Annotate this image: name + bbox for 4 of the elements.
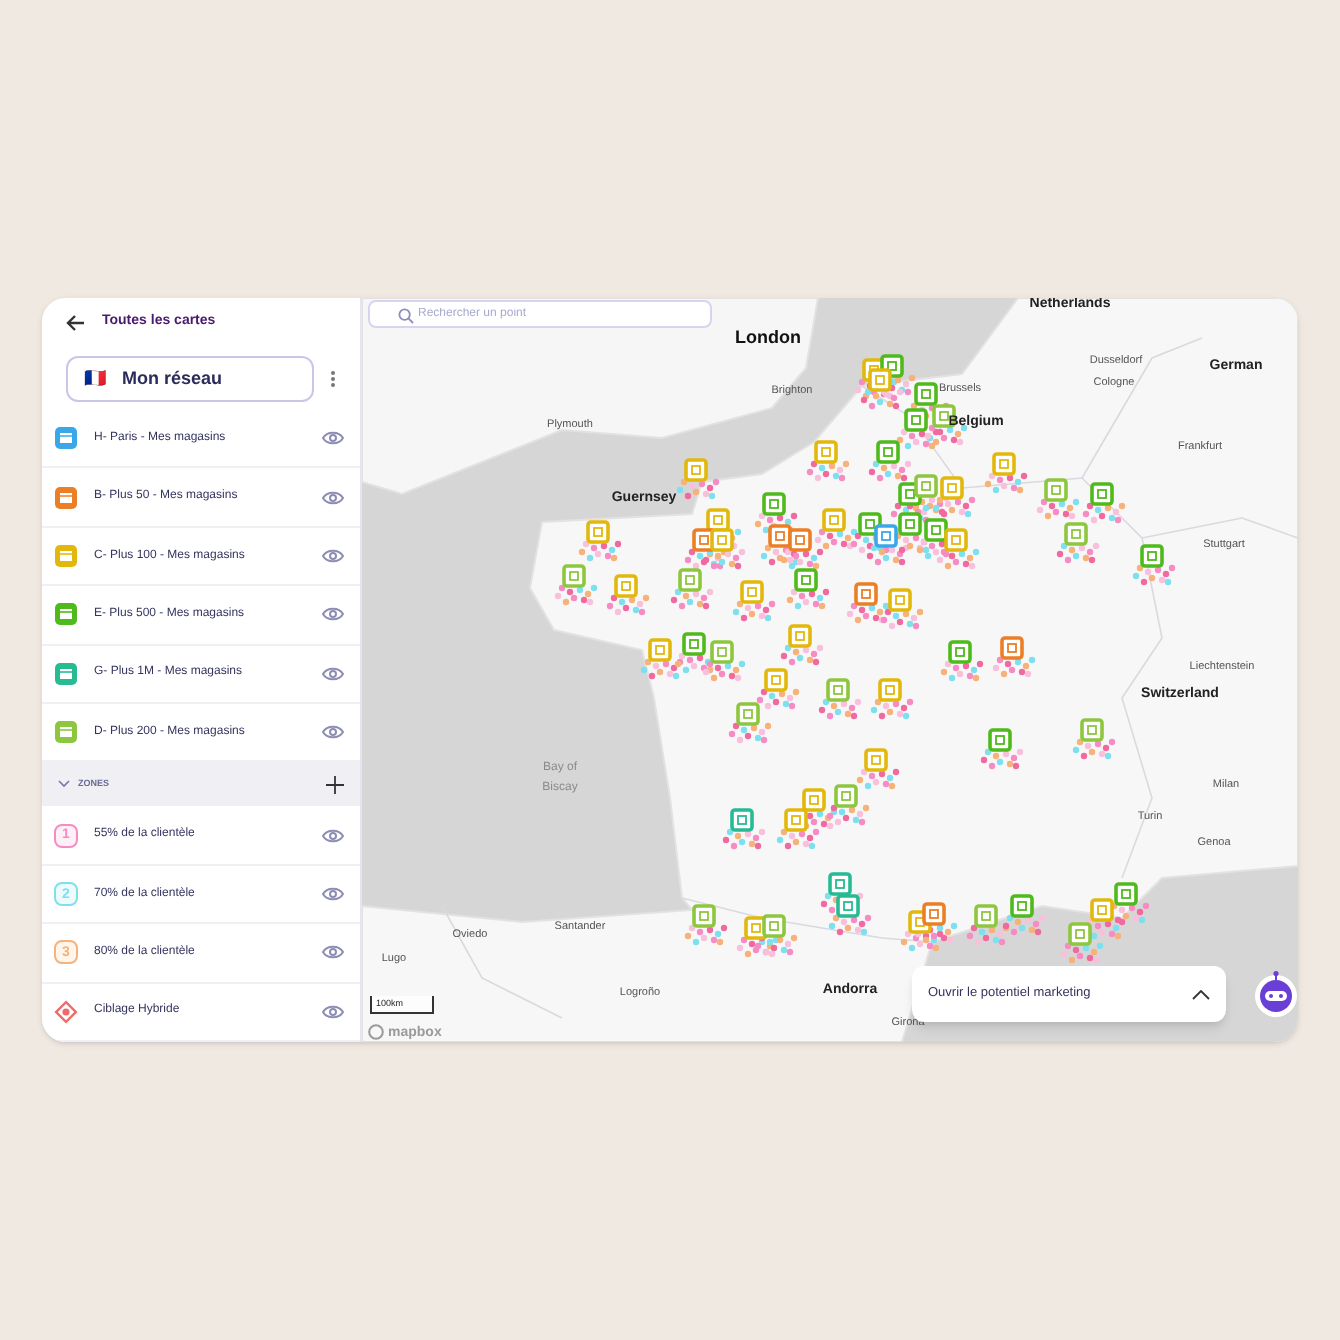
network-name: Mon réseau: [122, 365, 223, 392]
flag-icon: 🇫🇷: [84, 365, 106, 393]
network-select[interactable]: 🇫🇷 Mon réseau: [66, 356, 314, 403]
map-place-label: London: [735, 329, 801, 347]
